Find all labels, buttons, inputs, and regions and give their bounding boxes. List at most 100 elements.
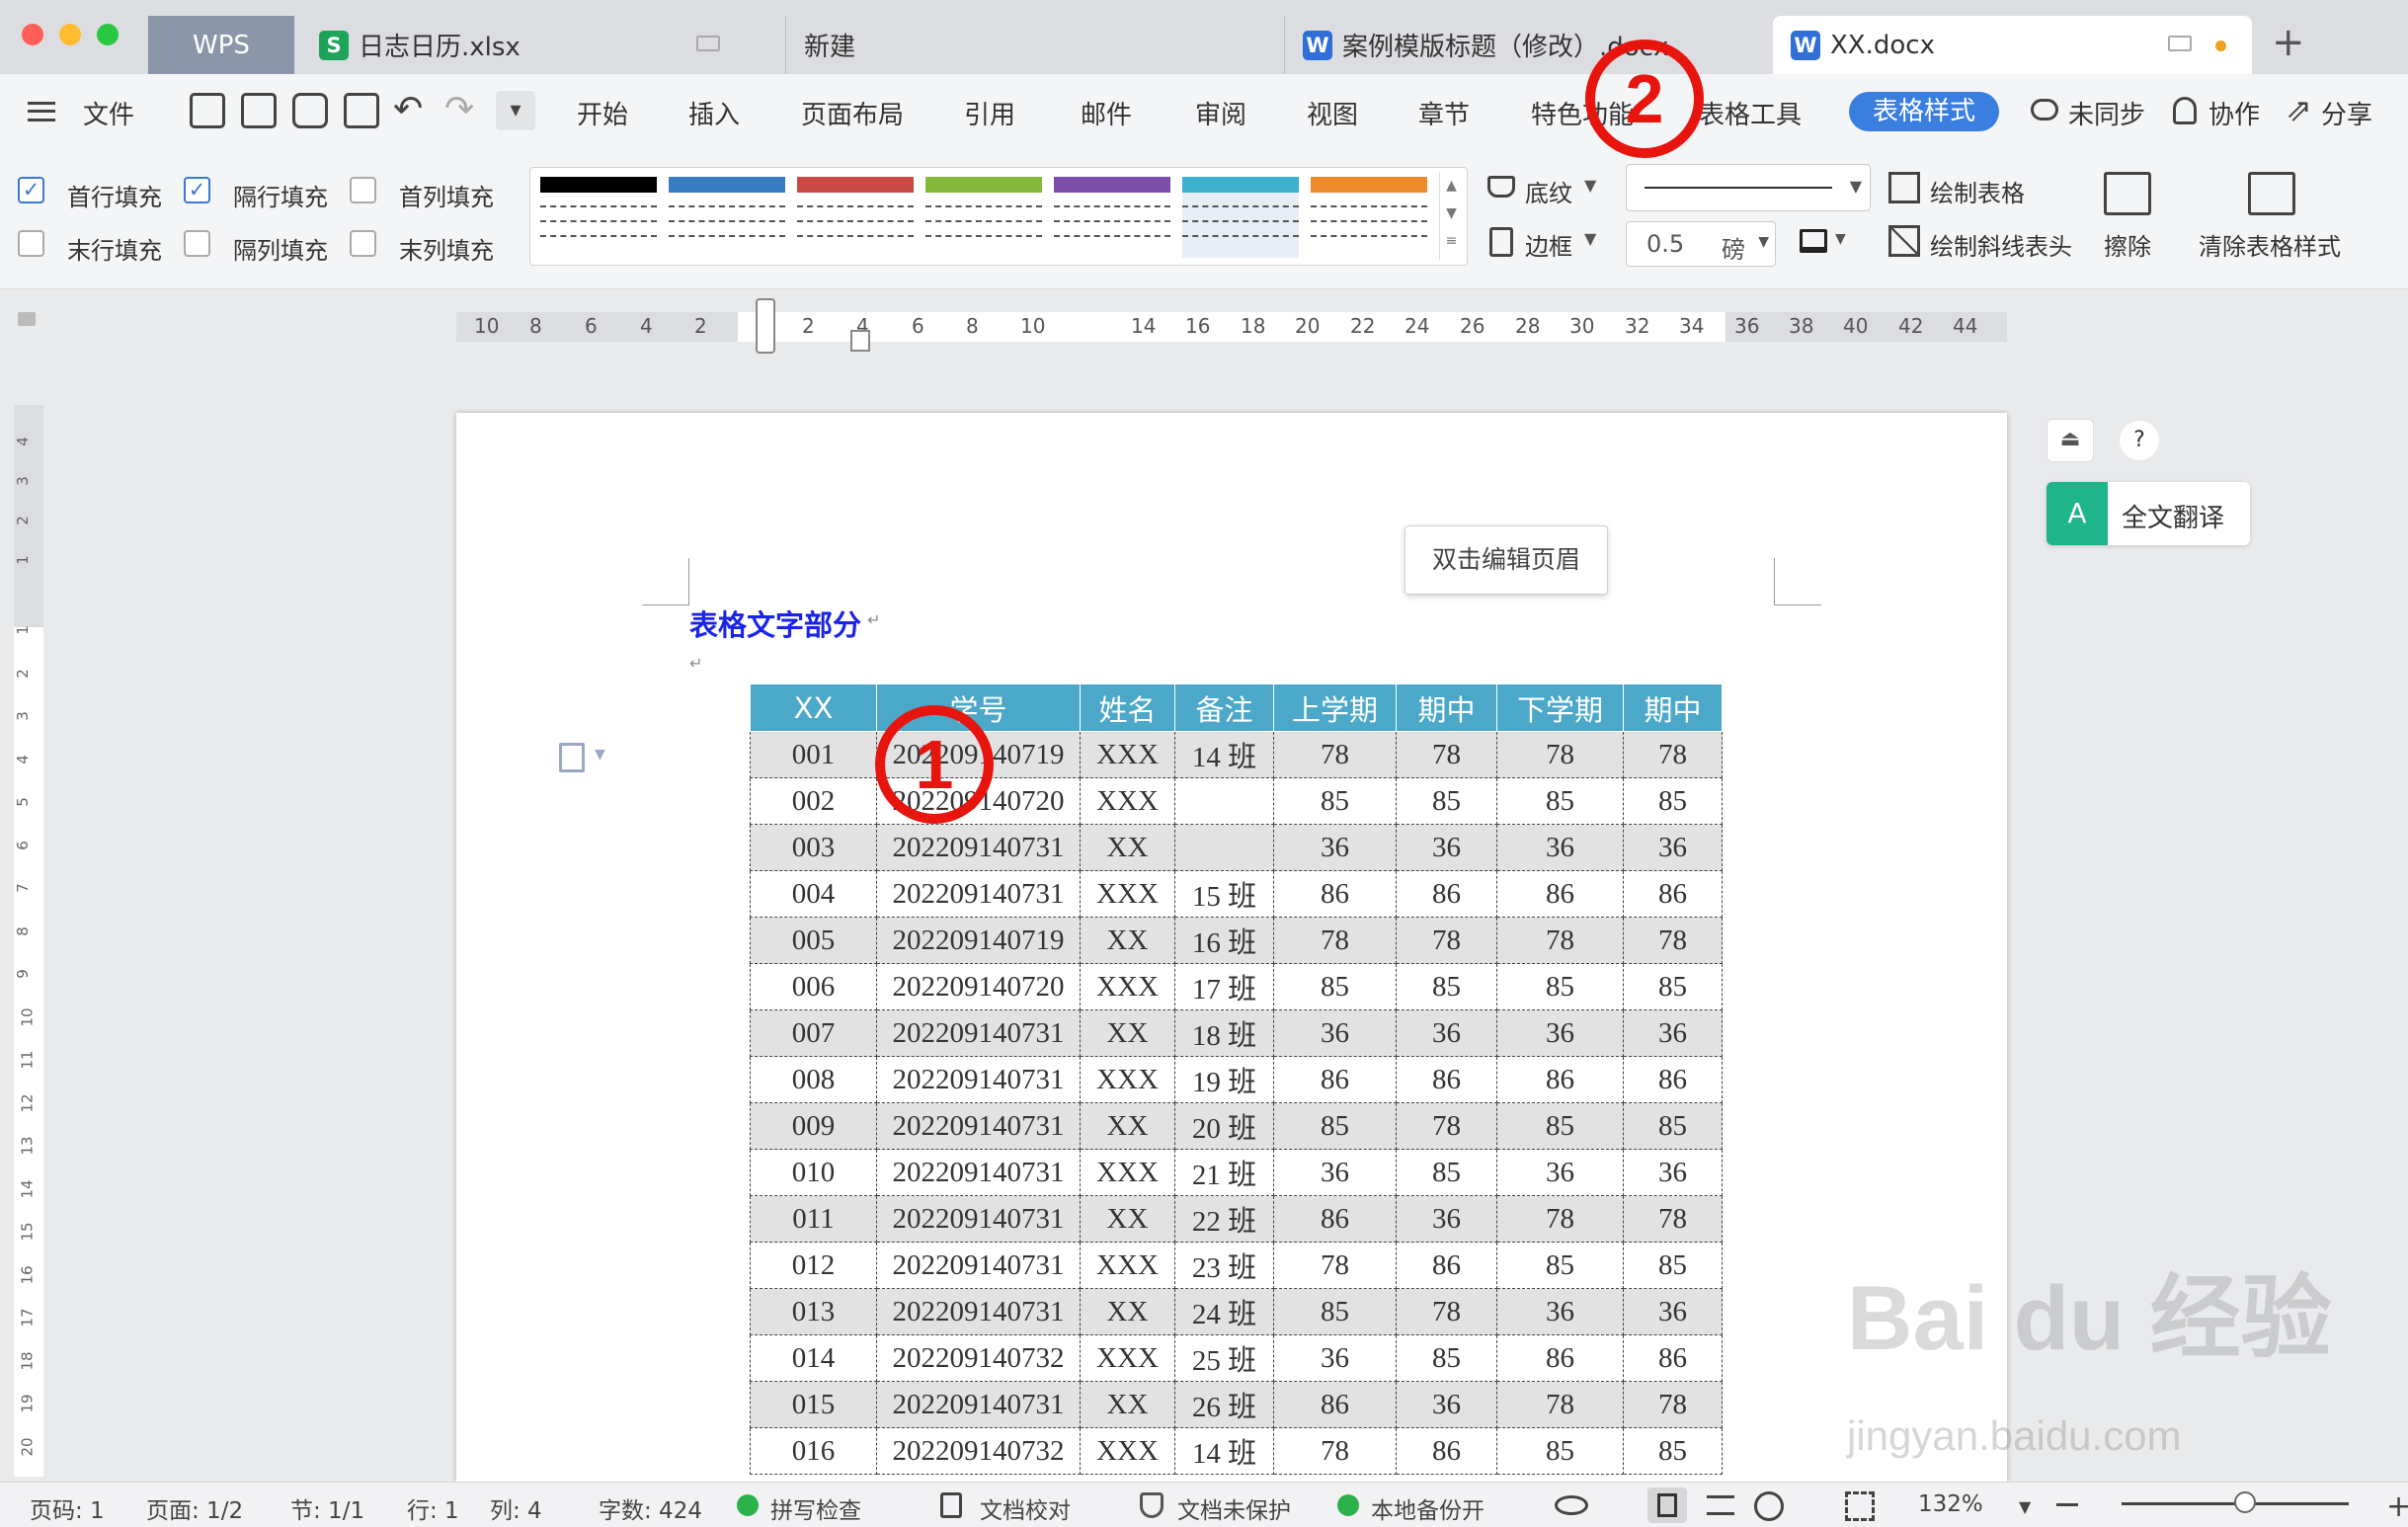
table-cell[interactable]: 85 [1496, 1427, 1624, 1475]
line-width-select[interactable]: 0.5 磅 ▼ [1626, 221, 1776, 267]
table-style-option[interactable] [925, 175, 1042, 258]
table-style-option[interactable] [1311, 175, 1427, 258]
table-cell[interactable] [1174, 824, 1274, 871]
table-cell[interactable]: 78 [1396, 1288, 1497, 1335]
table-cell[interactable]: 36 [1623, 824, 1723, 871]
table-cell[interactable]: 85 [1396, 1149, 1497, 1196]
table-header-cell[interactable]: XX [750, 683, 877, 732]
table-cell[interactable]: XX [1080, 1288, 1175, 1335]
chevron-down-icon[interactable]: ▼ [1584, 176, 1596, 195]
table-cell[interactable]: 202209140731 [876, 1242, 1081, 1289]
translate-button[interactable]: A 全文翻译 [2047, 482, 2250, 545]
export-pdf-icon[interactable] [241, 93, 277, 128]
share-button[interactable]: 分享 [2321, 95, 2372, 131]
table-cell[interactable]: 23 班 [1174, 1242, 1274, 1289]
table-cell[interactable]: XXX [1080, 963, 1175, 1010]
status-row[interactable]: 行: 1 [407, 1491, 459, 1525]
table-cell[interactable]: 85 [1623, 777, 1723, 825]
table-cell[interactable]: 26 班 [1174, 1381, 1274, 1428]
table-cell[interactable]: 78 [1273, 917, 1397, 964]
sync-status[interactable]: 未同步 [2068, 95, 2145, 131]
table-cell[interactable]: 202209140731 [876, 1102, 1081, 1150]
chevron-down-icon[interactable]: ▼ [2019, 1497, 2031, 1516]
zoom-out-icon[interactable] [2056, 1503, 2078, 1506]
menu-view[interactable]: 视图 [1307, 95, 1358, 131]
table-cell[interactable]: 24 班 [1174, 1288, 1274, 1335]
table-cell[interactable]: 22 班 [1174, 1195, 1274, 1243]
table-cell[interactable]: 003 [750, 824, 877, 871]
zoom-slider-handle[interactable] [2234, 1491, 2256, 1513]
table-cell[interactable]: 85 [1623, 1427, 1723, 1475]
table-cell[interactable]: 36 [1396, 1381, 1497, 1428]
hamburger-menu-icon[interactable] [28, 102, 55, 121]
erase-button[interactable]: 擦除 [2104, 227, 2151, 262]
shading-button[interactable]: 底纹 [1525, 174, 1572, 208]
table-cell[interactable]: XXX [1080, 1149, 1175, 1196]
table-cell[interactable]: 202209140732 [876, 1427, 1081, 1475]
table-cell[interactable]: 86 [1623, 870, 1723, 918]
web-view-icon[interactable] [1754, 1491, 1784, 1521]
table-cell[interactable]: 14 班 [1174, 731, 1274, 778]
table-cell[interactable]: 36 [1623, 1288, 1723, 1335]
quick-access-dropdown-icon[interactable]: ▾ [496, 91, 535, 130]
table-cell[interactable]: XX [1080, 1102, 1175, 1150]
table-header-cell[interactable]: 期中 [1623, 683, 1723, 732]
status-page-number[interactable]: 页码: 1 [30, 1491, 105, 1525]
table-cell[interactable]: 006 [750, 963, 877, 1010]
indent-marker[interactable] [756, 298, 775, 354]
table-header-cell[interactable]: 上学期 [1273, 683, 1397, 732]
table-cell[interactable]: 15 班 [1174, 870, 1274, 918]
table-cell[interactable]: 86 [1623, 1056, 1723, 1103]
menu-chapter[interactable]: 章节 [1418, 95, 1470, 131]
redo-icon[interactable]: ↷ [444, 89, 474, 129]
table-cell[interactable]: 85 [1396, 963, 1497, 1010]
table-cell[interactable]: 20 班 [1174, 1102, 1274, 1150]
eye-protection-icon[interactable] [1555, 1495, 1588, 1515]
table-cell[interactable]: 86 [1273, 1056, 1397, 1103]
table-cell[interactable]: 202209140731 [876, 824, 1081, 871]
table-cell[interactable]: 85 [1496, 1242, 1624, 1289]
spell-check-button[interactable]: 拼写检查 [770, 1491, 861, 1525]
table-cell[interactable]: 011 [750, 1195, 877, 1243]
table-cell[interactable]: 86 [1496, 1056, 1624, 1103]
table-cell[interactable]: 202209140731 [876, 1009, 1081, 1057]
table-options-icon[interactable] [559, 743, 585, 772]
table-cell[interactable]: 202209140731 [876, 1149, 1081, 1196]
table-cell[interactable]: 78 [1623, 731, 1723, 778]
horizontal-ruler[interactable] [456, 312, 2007, 342]
table-cell[interactable]: 013 [750, 1288, 877, 1335]
table-cell[interactable]: 010 [750, 1149, 877, 1196]
table-header-cell[interactable]: 备注 [1174, 683, 1274, 732]
table-cell[interactable]: 85 [1496, 963, 1624, 1010]
table-cell[interactable]: 86 [1496, 870, 1624, 918]
table-cell[interactable]: 202209140731 [876, 870, 1081, 918]
status-word-count[interactable]: 字数: 424 [599, 1491, 702, 1525]
menu-start[interactable]: 开始 [577, 95, 628, 131]
fit-page-icon[interactable] [1845, 1491, 1875, 1521]
help-button[interactable]: ? [2120, 421, 2159, 460]
table-cell[interactable]: 78 [1496, 1195, 1624, 1243]
table-cell[interactable]: 78 [1623, 1381, 1723, 1428]
table-cell[interactable]: XX [1080, 917, 1175, 964]
table-cell[interactable]: 008 [750, 1056, 877, 1103]
page-view-icon[interactable] [1647, 1487, 1687, 1523]
table-cell[interactable]: 85 [1396, 1334, 1497, 1382]
table-cell[interactable]: 004 [750, 870, 877, 918]
table-cell[interactable]: 002 [750, 777, 877, 825]
table-cell[interactable]: 19 班 [1174, 1056, 1274, 1103]
table-cell[interactable]: 86 [1496, 1334, 1624, 1382]
table-cell[interactable]: 85 [1623, 1242, 1723, 1289]
menu-table-tools[interactable]: 表格工具 [1699, 95, 1802, 131]
protection-status[interactable]: 文档未保护 [1177, 1491, 1291, 1525]
checkbox-banded-columns[interactable] [184, 230, 210, 257]
table-cell[interactable]: 36 [1623, 1009, 1723, 1057]
table-cell[interactable]: 36 [1396, 1009, 1497, 1057]
table-cell[interactable]: 36 [1273, 1009, 1397, 1057]
border-button[interactable]: 边框 [1525, 227, 1572, 262]
checkbox-first-row-fill[interactable]: ✓ [18, 177, 44, 203]
table-cell[interactable]: XXX [1080, 1056, 1175, 1103]
table-cell[interactable]: 014 [750, 1334, 877, 1382]
table-cell[interactable]: 007 [750, 1009, 877, 1057]
draw-diagonal-header-button[interactable]: 绘制斜线表头 [1930, 227, 2072, 262]
table-cell[interactable]: 17 班 [1174, 963, 1274, 1010]
